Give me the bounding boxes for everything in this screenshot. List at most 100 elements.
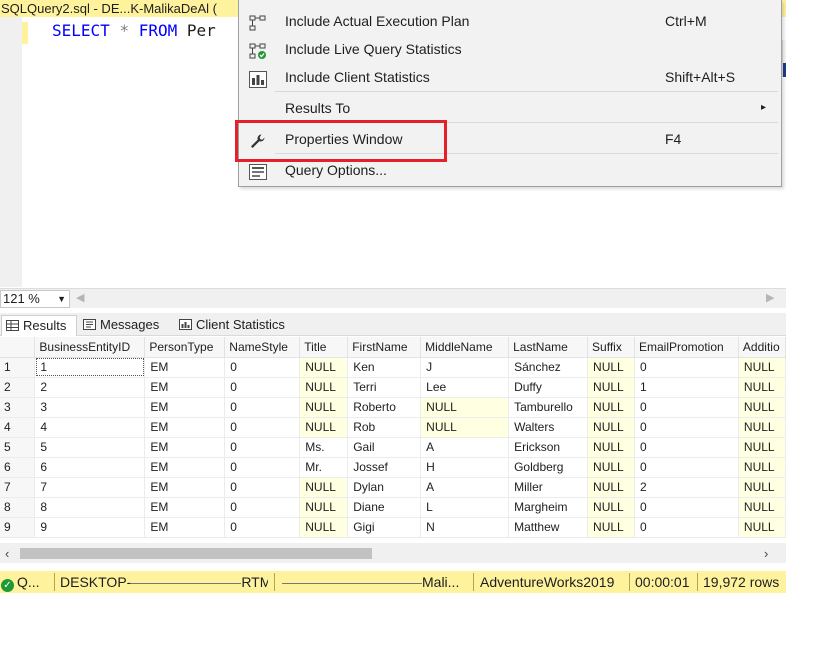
grid-cell[interactable]: 0 xyxy=(634,357,739,378)
zoom-dropdown[interactable]: 121 % ▼ xyxy=(0,290,70,308)
grid-cell[interactable]: 1 xyxy=(634,377,739,398)
chevron-right-icon[interactable]: › xyxy=(764,546,768,561)
grid-cell[interactable]: NULL xyxy=(738,477,786,498)
grid-cell[interactable]: Matthew xyxy=(508,517,589,538)
table-row[interactable]: 5 5 EM 0 Ms. Gail A Erickson NULL 0 NULL xyxy=(0,437,786,458)
grid-cell[interactable]: Goldberg xyxy=(508,457,589,478)
grid-cell[interactable]: N xyxy=(420,517,510,538)
grid-cell[interactable]: Diane xyxy=(347,497,422,518)
grid-cell[interactable]: NULL xyxy=(587,477,635,498)
grid-cell[interactable]: 8 xyxy=(34,497,146,518)
grid-cell[interactable]: 9 xyxy=(34,517,146,538)
column-header[interactable]: PersonType xyxy=(144,337,226,358)
grid-cell[interactable]: EM xyxy=(144,437,226,458)
grid-cell[interactable]: Walters xyxy=(508,417,589,438)
grid-cell[interactable]: NULL xyxy=(299,417,349,438)
tab-messages[interactable]: Messages xyxy=(79,315,173,336)
grid-cell[interactable]: Tamburello xyxy=(508,397,589,418)
grid-cell[interactable]: NULL xyxy=(299,357,349,378)
grid-cell[interactable]: A xyxy=(420,437,510,458)
grid-cell[interactable]: NULL xyxy=(587,437,635,458)
grid-cell[interactable]: L xyxy=(420,497,510,518)
grid-cell[interactable]: 0 xyxy=(634,437,739,458)
grid-cell[interactable]: 0 xyxy=(634,517,739,538)
grid-cell[interactable]: NULL xyxy=(738,417,786,438)
grid-cell[interactable]: EM xyxy=(144,497,226,518)
row-number[interactable]: 3 xyxy=(0,397,36,418)
grid-cell[interactable]: NULL xyxy=(587,517,635,538)
grid-cell[interactable]: 1 xyxy=(34,357,146,378)
grid-cell[interactable]: 0 xyxy=(224,477,301,498)
table-row[interactable]: 6 6 EM 0 Mr. Jossef H Goldberg NULL 0 NULL xyxy=(0,457,786,478)
grid-cell[interactable]: J xyxy=(420,357,510,378)
grid-cell[interactable]: 0 xyxy=(224,517,301,538)
grid-cell[interactable]: NULL xyxy=(299,377,349,398)
menu-item-include-live-query-statistics[interactable]: Include Live Query Statistics xyxy=(239,35,782,63)
column-header[interactable]: BusinessEntityID xyxy=(34,337,146,358)
column-header[interactable]: MiddleName xyxy=(420,337,510,358)
grid-cell[interactable]: NULL xyxy=(738,457,786,478)
column-header[interactable]: Additio xyxy=(738,337,786,358)
grid-cell[interactable]: Ms. xyxy=(299,437,349,458)
grid-cell[interactable]: 0 xyxy=(634,417,739,438)
grid-cell[interactable]: NULL xyxy=(420,417,510,438)
tab-client-statistics[interactable]: Client Statistics xyxy=(175,315,295,336)
grid-cell[interactable]: 2 xyxy=(34,377,146,398)
grid-cell[interactable]: NULL xyxy=(587,417,635,438)
grid-cell[interactable]: EM xyxy=(144,397,226,418)
grid-cell[interactable]: Gail xyxy=(347,437,422,458)
column-header[interactable]: Title xyxy=(299,337,349,358)
grid-cell[interactable]: NULL xyxy=(738,517,786,538)
grid-cell[interactable]: Roberto xyxy=(347,397,422,418)
grid-cell[interactable]: Dylan xyxy=(347,477,422,498)
grid-cell[interactable]: NULL xyxy=(738,397,786,418)
row-number[interactable]: 6 xyxy=(0,457,36,478)
grid-cell[interactable]: 0 xyxy=(634,497,739,518)
row-number-header[interactable] xyxy=(0,337,36,358)
grid-cell[interactable]: 0 xyxy=(224,417,301,438)
column-header[interactable]: Suffix xyxy=(587,337,635,358)
row-number[interactable]: 5 xyxy=(0,437,36,458)
grid-cell[interactable]: Margheim xyxy=(508,497,589,518)
grid-cell[interactable]: EM xyxy=(144,457,226,478)
menu-item-include-actual-execution-plan[interactable]: Include Actual Execution Plan Ctrl+M xyxy=(239,7,782,35)
grid-cell[interactable]: 4 xyxy=(34,417,146,438)
sql-line[interactable]: SELECT * FROM Per xyxy=(52,20,216,42)
grid-cell[interactable]: NULL xyxy=(738,357,786,378)
column-header[interactable]: FirstName xyxy=(347,337,422,358)
grid-cell[interactable]: Miller xyxy=(508,477,589,498)
grid-cell[interactable]: 0 xyxy=(224,397,301,418)
grid-cell[interactable]: H xyxy=(420,457,510,478)
row-number[interactable]: 7 xyxy=(0,477,36,498)
grid-cell[interactable]: NULL xyxy=(738,377,786,398)
grid-cell[interactable]: EM xyxy=(144,357,226,378)
grid-cell[interactable]: A xyxy=(420,477,510,498)
table-row[interactable]: 1 1 EM 0 NULL Ken J Sánchez NULL 0 NULL xyxy=(0,357,786,378)
grid-cell[interactable]: NULL xyxy=(738,437,786,458)
grid-cell[interactable]: 3 xyxy=(34,397,146,418)
menu-item-results-to[interactable]: Results To ▸ xyxy=(239,94,782,122)
row-number[interactable]: 2 xyxy=(0,377,36,398)
grid-cell[interactable]: 0 xyxy=(224,437,301,458)
grid-cell[interactable]: Ken xyxy=(347,357,422,378)
grid-cell[interactable]: 0 xyxy=(634,457,739,478)
menu-item-include-client-statistics[interactable]: Include Client Statistics Shift+Alt+S xyxy=(239,63,782,91)
grid-cell[interactable]: EM xyxy=(144,477,226,498)
grid-cell[interactable]: 2 xyxy=(634,477,739,498)
grid-cell[interactable]: Erickson xyxy=(508,437,589,458)
results-grid[interactable]: BusinessEntityID PersonType NameStyle Ti… xyxy=(0,337,786,543)
row-number[interactable]: 8 xyxy=(0,497,36,518)
grid-cell[interactable]: Sánchez xyxy=(508,357,589,378)
table-row[interactable]: 2 2 EM 0 NULL Terri Lee Duffy NULL 1 NULL xyxy=(0,377,786,398)
row-number[interactable]: 1 xyxy=(0,357,36,378)
grid-cell[interactable]: NULL xyxy=(587,357,635,378)
grid-cell[interactable]: 0 xyxy=(224,457,301,478)
grid-cell[interactable]: Lee xyxy=(420,377,510,398)
grid-cell[interactable]: EM xyxy=(144,377,226,398)
row-number[interactable]: 9 xyxy=(0,517,36,538)
column-header[interactable]: EmailPromotion xyxy=(634,337,739,358)
grid-cell[interactable]: EM xyxy=(144,517,226,538)
grid-cell[interactable]: Mr. xyxy=(299,457,349,478)
grid-cell[interactable]: EM xyxy=(144,417,226,438)
grid-cell[interactable]: NULL xyxy=(738,497,786,518)
